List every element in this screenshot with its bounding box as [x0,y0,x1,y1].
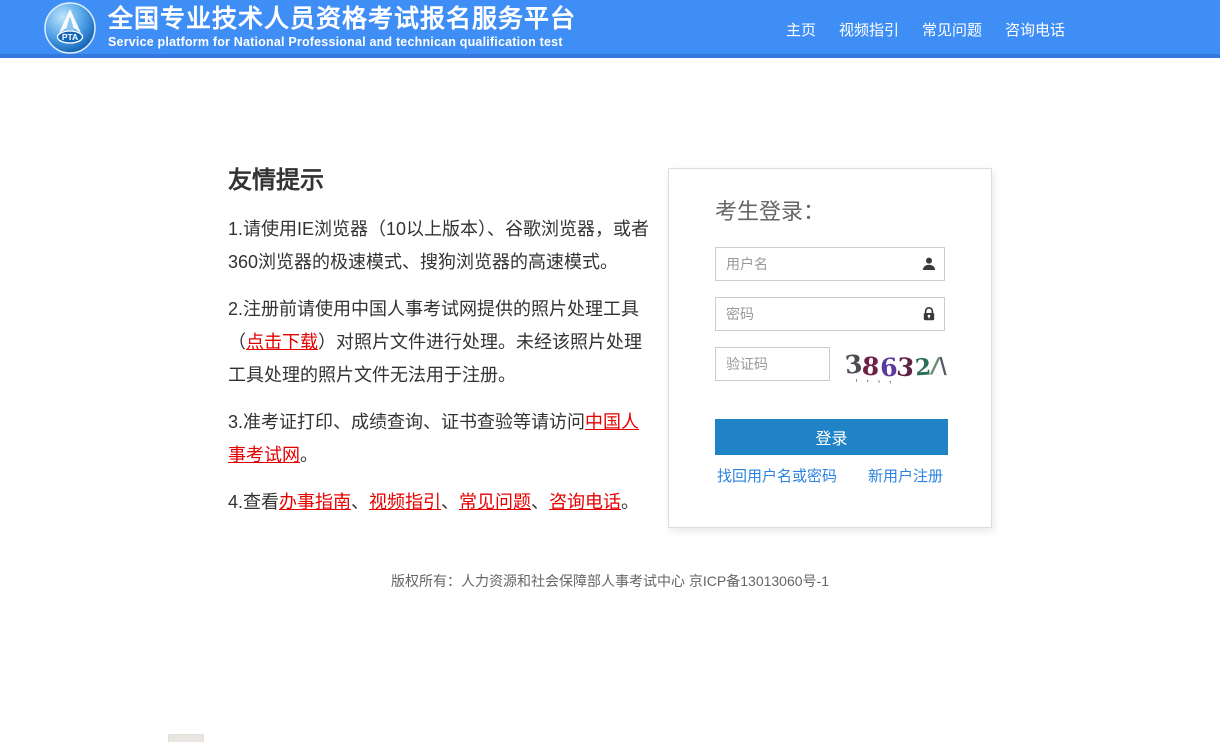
main-content: 友情提示 1.请使用IE浏览器（10以上版本）、谷歌浏览器，或者360浏览器的极… [228,168,992,533]
tip-4: 4.查看办事指南、视频指引、常见问题、咨询电话。 [228,486,652,519]
captcha-input[interactable] [715,347,830,381]
forgot-credentials-link[interactable]: 找回用户名或密码 [717,465,837,486]
site-title: 全国专业技术人员资格考试报名服务平台 [108,6,576,33]
captcha-row: 38632∕\ [715,347,945,387]
service-guide-link[interactable]: 办事指南 [279,492,351,512]
tip-3-text-pre: 3.准考证打印、成绩查询、证书查验等请访问 [228,412,585,432]
register-link[interactable]: 新用户注册 [868,465,943,486]
faq-link[interactable]: 常见问题 [459,492,531,512]
nav-home[interactable]: 主页 [786,19,816,40]
username-field-wrap [715,247,945,281]
brand: 全国专业技术人员资格考试报名服务平台 Service platform for … [108,6,576,49]
tips-heading: 友情提示 [228,168,652,194]
hotline-link[interactable]: 咨询电话 [549,492,621,512]
logo-text: PTA [62,32,78,42]
captcha-noise-stroke: \ [938,351,947,381]
tip-4-text-pre: 4.查看 [228,492,279,512]
nav-faq[interactable]: 常见问题 [922,19,982,40]
download-tool-link[interactable]: 点击下载 [246,332,318,352]
nav-hotline[interactable]: 咨询电话 [1005,19,1065,40]
top-nav: 主页 视频指引 常见问题 咨询电话 [786,0,1065,58]
captcha-digit: 8 [861,351,880,382]
login-button[interactable]: 登录 [715,419,948,455]
username-input[interactable] [715,247,945,281]
login-panel: 考生登录： 38632∕\ 登录 [668,168,992,528]
video-guide-link[interactable]: 视频指引 [369,492,441,512]
footer: 版权所有：人力资源和社会保障部人事考试中心 京ICP备13013060号-1 [0,571,1220,591]
tip-1-text: 1.请使用IE浏览器（10以上版本）、谷歌浏览器，或者360浏览器的极速模式、搜… [228,219,649,272]
tip-4-separator: 、 [441,492,459,512]
login-heading: 考生登录： [715,199,945,225]
header: PTA 全国专业技术人员资格考试报名服务平台 Service platform … [0,0,1220,58]
user-icon [921,256,937,272]
tip-3-text-post: 。 [300,445,318,465]
tip-2: 2.注册前请使用中国人事考试网提供的照片处理工具（点击下载）对照片文件进行处理。… [228,293,652,392]
tip-4-separator: 、 [531,492,549,512]
pta-logo-icon: PTA [44,2,96,54]
captcha-field-wrap [715,347,830,381]
password-input[interactable] [715,297,945,331]
captcha-digit: 3 [895,352,915,384]
bottom-edge-artifact [168,734,204,742]
tip-4-separator: 、 [351,492,369,512]
tip-4-text-post: 。 [621,492,639,512]
panel-links: 找回用户名或密码 新用户注册 [715,465,945,486]
nav-video-guide[interactable]: 视频指引 [839,19,899,40]
tip-3: 3.准考证打印、成绩查询、证书查验等请访问中国人事考试网。 [228,406,652,472]
tip-1: 1.请使用IE浏览器（10以上版本）、谷歌浏览器，或者360浏览器的极速模式、搜… [228,213,652,279]
copyright-text: 版权所有：人力资源和社会保障部人事考试中心 京ICP备13013060号-1 [391,573,829,589]
lock-icon [921,306,937,322]
captcha-image[interactable]: 38632∕\ [845,347,945,387]
friendly-tips: 友情提示 1.请使用IE浏览器（10以上版本）、谷歌浏览器，或者360浏览器的极… [228,168,652,533]
site-subtitle: Service platform for National Profession… [108,35,576,49]
password-field-wrap [715,297,945,331]
